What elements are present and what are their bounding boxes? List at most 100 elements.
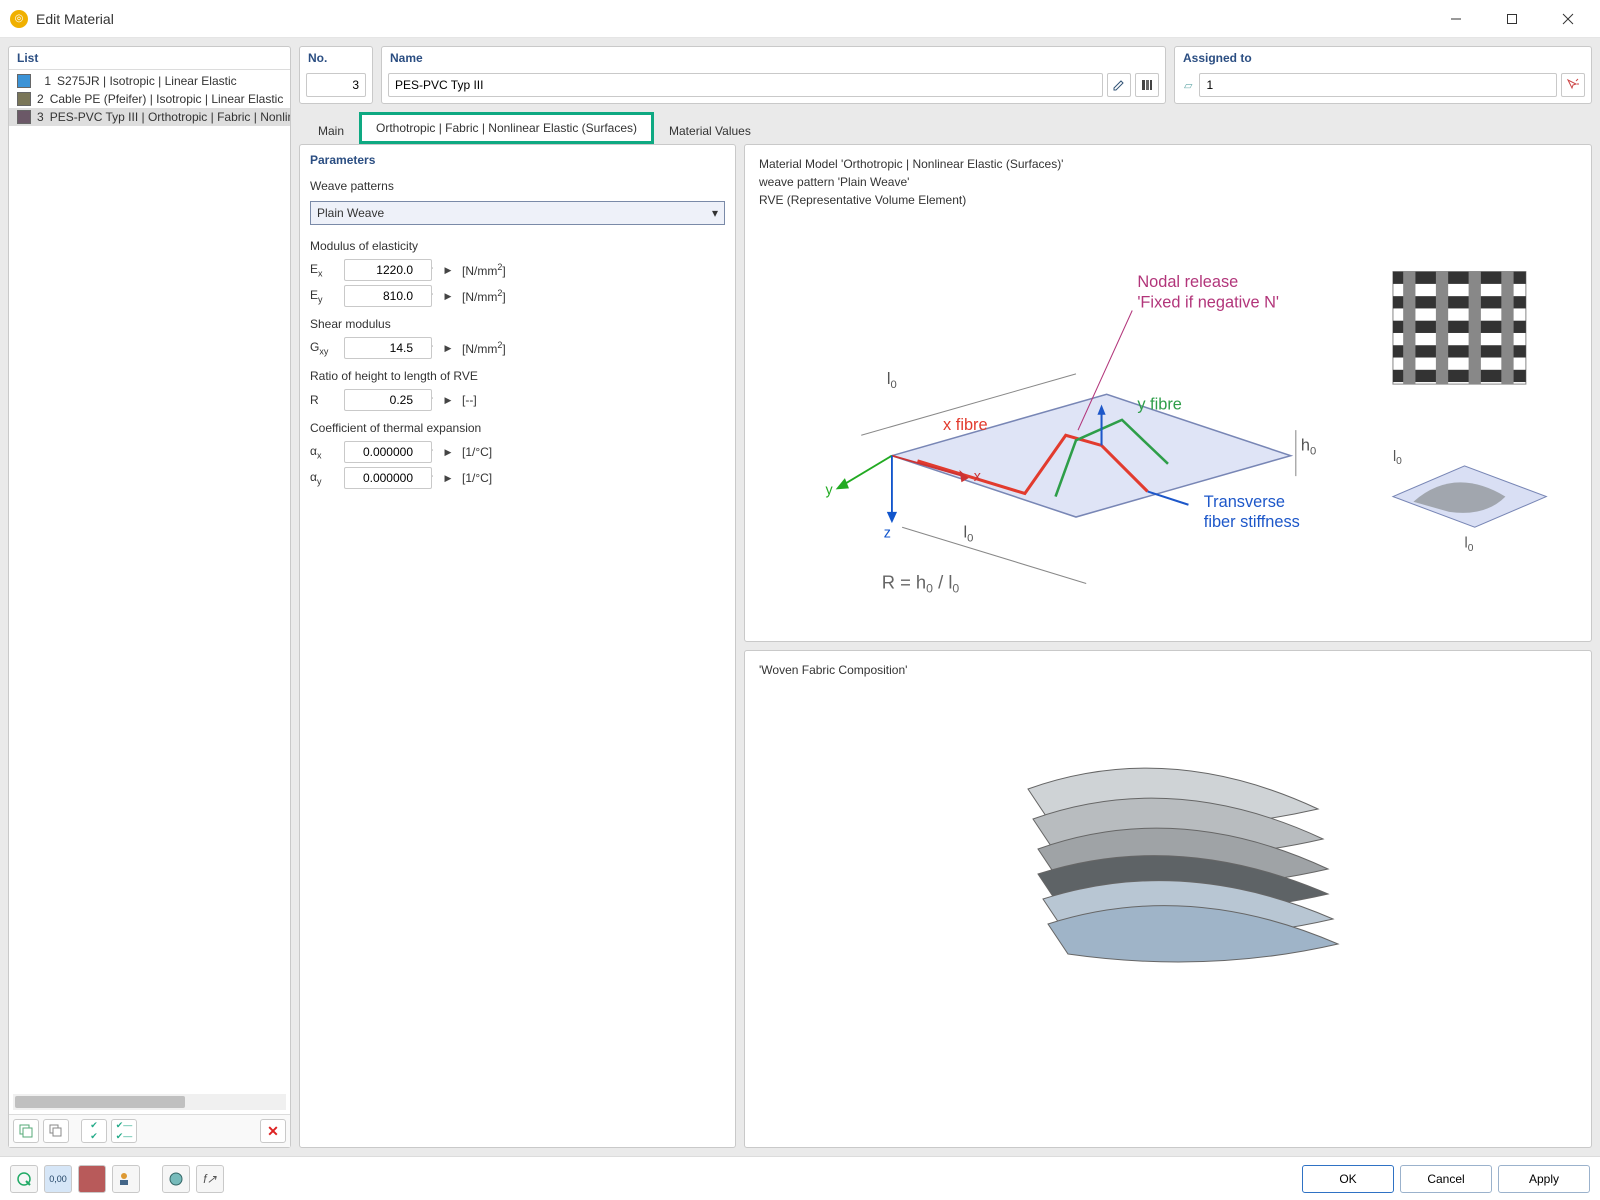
check-all-button[interactable]: ✔—✔— bbox=[111, 1119, 137, 1143]
param-row-ax: αx ▲▼ ▶ [1/°C] bbox=[300, 439, 735, 465]
ok-button[interactable]: OK bbox=[1302, 1165, 1394, 1193]
app-icon: ◎ bbox=[10, 10, 28, 28]
color-swatch bbox=[17, 92, 31, 106]
ey-symbol: Ey bbox=[310, 288, 338, 304]
no-label: No. bbox=[300, 47, 372, 69]
ratio-label: Ratio of height to length of RVE bbox=[300, 361, 735, 387]
expand-icon[interactable]: ▶ bbox=[440, 337, 456, 359]
assigned-field-block: Assigned to ▱ bbox=[1174, 46, 1592, 104]
ey-unit: [N/mm2] bbox=[462, 288, 506, 304]
gxy-symbol: Gxy bbox=[310, 340, 338, 356]
ax-symbol: αx bbox=[310, 444, 338, 460]
new-item-button[interactable] bbox=[13, 1119, 39, 1143]
weave-label: Weave patterns bbox=[300, 171, 735, 197]
preview-line: Material Model 'Orthotropic | Nonlinear … bbox=[759, 155, 1577, 173]
ay-symbol: αy bbox=[310, 470, 338, 486]
preview-text: Material Model 'Orthotropic | Nonlinear … bbox=[759, 155, 1577, 209]
svg-text:Transverse: Transverse bbox=[1204, 493, 1285, 511]
ax-input[interactable] bbox=[344, 441, 432, 463]
minimize-button[interactable] bbox=[1428, 1, 1484, 37]
preview-line: weave pattern 'Plain Weave' bbox=[759, 173, 1577, 191]
svg-text:y fibre: y fibre bbox=[1137, 396, 1182, 414]
expand-icon[interactable]: ▶ bbox=[440, 441, 456, 463]
parameters-title: Parameters bbox=[300, 145, 735, 171]
rve-svg: x y z x fibre y fibre Nodal release 'Fix… bbox=[759, 219, 1577, 631]
tab-material-values[interactable]: Material Values bbox=[654, 117, 766, 144]
svg-text:x: x bbox=[974, 469, 981, 485]
param-row-ay: αy ▲▼ ▶ [1/°C] bbox=[300, 465, 735, 491]
ax-unit: [1/°C] bbox=[462, 445, 492, 459]
cancel-button[interactable]: Cancel bbox=[1400, 1165, 1492, 1193]
ex-input[interactable] bbox=[344, 259, 432, 281]
no-input[interactable] bbox=[306, 73, 366, 97]
close-button[interactable] bbox=[1540, 1, 1596, 37]
tab-orthotropic[interactable]: Orthotropic | Fabric | Nonlinear Elastic… bbox=[359, 112, 654, 144]
function-button[interactable]: f↗ bbox=[196, 1165, 224, 1193]
window-buttons bbox=[1428, 1, 1596, 37]
user-button[interactable] bbox=[112, 1165, 140, 1193]
color-swatch bbox=[17, 110, 31, 124]
ex-unit: [N/mm2] bbox=[462, 262, 506, 278]
units-button[interactable]: 0,00 bbox=[44, 1165, 72, 1193]
pick-assigned-button[interactable] bbox=[1561, 73, 1585, 97]
item-label: S275JR | Isotropic | Linear Elastic bbox=[57, 74, 237, 88]
list-header: List bbox=[9, 47, 290, 70]
preview-line: RVE (Representative Volume Element) bbox=[759, 191, 1577, 209]
name-input[interactable] bbox=[388, 73, 1103, 97]
rve-preview-panel: Material Model 'Orthotropic | Nonlinear … bbox=[744, 144, 1592, 642]
item-num: 1 bbox=[37, 74, 51, 88]
material-list-panel: List 1 S275JR | Isotropic | Linear Elast… bbox=[8, 46, 291, 1148]
list-item[interactable]: 1 S275JR | Isotropic | Linear Elastic bbox=[9, 72, 290, 90]
library-button[interactable] bbox=[1135, 73, 1159, 97]
item-num: 3 bbox=[37, 110, 44, 124]
delete-button[interactable]: ✕ bbox=[260, 1119, 286, 1143]
parameters-panel: Parameters Weave patterns Plain Weave ▾ … bbox=[299, 144, 736, 1148]
r-unit: [--] bbox=[462, 393, 477, 407]
composition-title: 'Woven Fabric Composition' bbox=[759, 661, 1577, 679]
gxy-unit: [N/mm2] bbox=[462, 340, 506, 356]
list-item[interactable]: 3 PES-PVC Typ III | Orthotropic | Fabric… bbox=[9, 108, 290, 126]
color-button[interactable] bbox=[78, 1165, 106, 1193]
maximize-button[interactable] bbox=[1484, 1, 1540, 37]
material-list: 1 S275JR | Isotropic | Linear Elastic 2 … bbox=[9, 70, 290, 1090]
globe-button[interactable] bbox=[162, 1165, 190, 1193]
edit-name-button[interactable] bbox=[1107, 73, 1131, 97]
top-fields-row: No. Name Assigned to bbox=[299, 46, 1592, 104]
ay-input[interactable] bbox=[344, 467, 432, 489]
r-input[interactable] bbox=[344, 389, 432, 411]
svg-text:'Fixed if negative N': 'Fixed if negative N' bbox=[1137, 293, 1279, 311]
rve-diagram: x y z x fibre y fibre Nodal release 'Fix… bbox=[759, 219, 1577, 631]
svg-text:R = h0 / l0: R = h0 / l0 bbox=[882, 572, 960, 596]
list-item[interactable]: 2 Cable PE (Pfeifer) | Isotropic | Linea… bbox=[9, 90, 290, 108]
weave-value: Plain Weave bbox=[317, 206, 384, 220]
param-row-gxy: Gxy ▲▼ ▶ [N/mm2] bbox=[300, 335, 735, 361]
check-button[interactable]: ✔✔ bbox=[81, 1119, 107, 1143]
weave-swatch-icon bbox=[1393, 272, 1526, 384]
svg-text:l0: l0 bbox=[1465, 536, 1474, 554]
ey-input[interactable] bbox=[344, 285, 432, 307]
no-field-block: No. bbox=[299, 46, 373, 104]
name-label: Name bbox=[382, 47, 1165, 69]
weave-dropdown[interactable]: Plain Weave ▾ bbox=[310, 201, 725, 225]
cte-label: Coefficient of thermal expansion bbox=[300, 413, 735, 439]
chevron-down-icon: ▾ bbox=[712, 206, 718, 220]
horizontal-scrollbar[interactable] bbox=[13, 1094, 286, 1110]
bottom-toolbar: 0,00 f↗ OK Cancel Apply bbox=[0, 1156, 1600, 1200]
copy-item-button[interactable] bbox=[43, 1119, 69, 1143]
item-label: PES-PVC Typ III | Orthotropic | Fabric |… bbox=[50, 110, 290, 124]
apply-button[interactable]: Apply bbox=[1498, 1165, 1590, 1193]
ex-symbol: Ex bbox=[310, 262, 338, 278]
expand-icon[interactable]: ▶ bbox=[440, 467, 456, 489]
expand-icon[interactable]: ▶ bbox=[440, 259, 456, 281]
r-symbol: R bbox=[310, 393, 338, 407]
svg-text:y: y bbox=[825, 483, 833, 499]
mini-rve-icon: l0 l0 bbox=[1393, 449, 1546, 554]
gxy-input[interactable] bbox=[344, 337, 432, 359]
assigned-input[interactable] bbox=[1199, 73, 1557, 97]
preview-stack: Material Model 'Orthotropic | Nonlinear … bbox=[744, 144, 1592, 1148]
tab-main[interactable]: Main bbox=[303, 117, 359, 144]
expand-icon[interactable]: ▶ bbox=[440, 389, 456, 411]
help-button[interactable] bbox=[10, 1165, 38, 1193]
expand-icon[interactable]: ▶ bbox=[440, 285, 456, 307]
shear-label: Shear modulus bbox=[300, 309, 735, 335]
